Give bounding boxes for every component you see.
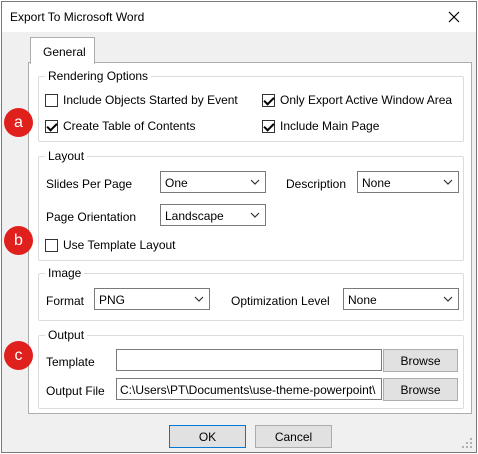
- tab-general[interactable]: General: [30, 37, 95, 64]
- chevron-down-icon: [250, 212, 260, 218]
- cancel-button[interactable]: Cancel: [255, 425, 332, 448]
- include-main-checkbox-row[interactable]: Include Main Page: [262, 119, 379, 133]
- template-browse-label: Browse: [400, 353, 441, 368]
- page-orientation-select[interactable]: Landscape: [160, 204, 266, 226]
- optimization-level-label: Optimization Level: [231, 294, 330, 308]
- use-template-label: Use Template Layout: [63, 238, 176, 252]
- dialog-title: Export To Microsoft Word: [10, 10, 145, 24]
- chevron-down-icon: [443, 296, 453, 302]
- description-label: Description: [286, 177, 347, 191]
- optimization-level-value: None: [348, 293, 377, 307]
- description-select[interactable]: None: [357, 171, 459, 193]
- close-button[interactable]: [432, 2, 476, 32]
- optimization-level-select[interactable]: None: [343, 288, 459, 310]
- output-file-value: C:\Users\PT\Documents\use-theme-powerpoi…: [120, 383, 376, 397]
- rendering-options-legend: Rendering Options: [45, 69, 152, 83]
- output-file-browse-label: Browse: [400, 382, 441, 397]
- only-export-checkbox-row[interactable]: Only Export Active Window Area: [262, 93, 452, 107]
- layout-legend: Layout: [45, 149, 88, 163]
- slides-per-page-value: One: [165, 176, 188, 190]
- output-file-browse-button[interactable]: Browse: [383, 378, 458, 401]
- create-toc-checkbox[interactable]: [45, 119, 58, 133]
- output-file-input[interactable]: C:\Users\PT\Documents\use-theme-powerpoi…: [116, 378, 382, 400]
- resize-grip-icon[interactable]: [462, 438, 472, 448]
- output-group: Output Template Browse Output File C:\Us…: [38, 328, 464, 409]
- cancel-button-label: Cancel: [274, 429, 313, 444]
- image-group: Image Format PNG Optimization Level None: [38, 266, 464, 321]
- create-toc-checkbox-row[interactable]: Create Table of Contents: [45, 119, 196, 133]
- output-legend: Output: [45, 328, 88, 342]
- page-orientation-value: Landscape: [165, 209, 224, 223]
- ok-button[interactable]: OK: [169, 425, 246, 448]
- tab-general-label: General: [43, 45, 86, 59]
- image-legend: Image: [45, 266, 85, 280]
- general-tab-panel: Rendering Options Include Objects Starte…: [28, 62, 472, 414]
- callout-marker-c: c: [4, 341, 33, 370]
- output-file-label: Output File: [46, 384, 105, 398]
- format-select[interactable]: PNG: [94, 288, 210, 310]
- create-toc-label: Create Table of Contents: [63, 119, 196, 133]
- include-main-checkbox[interactable]: [262, 119, 275, 133]
- chevron-down-icon: [194, 296, 204, 302]
- close-icon: [448, 11, 460, 23]
- page-orientation-label: Page Orientation: [46, 210, 137, 224]
- description-value: None: [362, 176, 391, 190]
- include-objects-checkbox-row[interactable]: Include Objects Started by Event: [45, 93, 238, 107]
- callout-marker-b: b: [4, 226, 33, 255]
- layout-group: Layout Slides Per Page One Description N…: [38, 149, 464, 261]
- callout-marker-a: a: [4, 108, 33, 137]
- slides-per-page-select[interactable]: One: [160, 171, 266, 193]
- only-export-label: Only Export Active Window Area: [280, 93, 453, 107]
- include-objects-label: Include Objects Started by Event: [63, 93, 238, 107]
- format-label: Format: [46, 294, 85, 308]
- export-dialog: Export To Microsoft Word General Renderi…: [1, 1, 477, 453]
- only-export-checkbox[interactable]: [262, 93, 275, 107]
- template-browse-button[interactable]: Browse: [383, 349, 458, 372]
- include-objects-checkbox[interactable]: [45, 93, 58, 107]
- template-label: Template: [46, 355, 95, 369]
- slides-per-page-label: Slides Per Page: [46, 177, 133, 191]
- format-value: PNG: [99, 293, 126, 307]
- ok-button-label: OK: [198, 429, 217, 444]
- use-template-checkbox-row[interactable]: Use Template Layout: [45, 238, 176, 252]
- template-input[interactable]: [116, 349, 382, 371]
- chevron-down-icon: [250, 179, 260, 185]
- rendering-options-group: Rendering Options Include Objects Starte…: [38, 69, 464, 142]
- use-template-checkbox[interactable]: [45, 238, 58, 252]
- title-bar: Export To Microsoft Word: [2, 2, 476, 32]
- include-main-label: Include Main Page: [280, 119, 380, 133]
- chevron-down-icon: [443, 179, 453, 185]
